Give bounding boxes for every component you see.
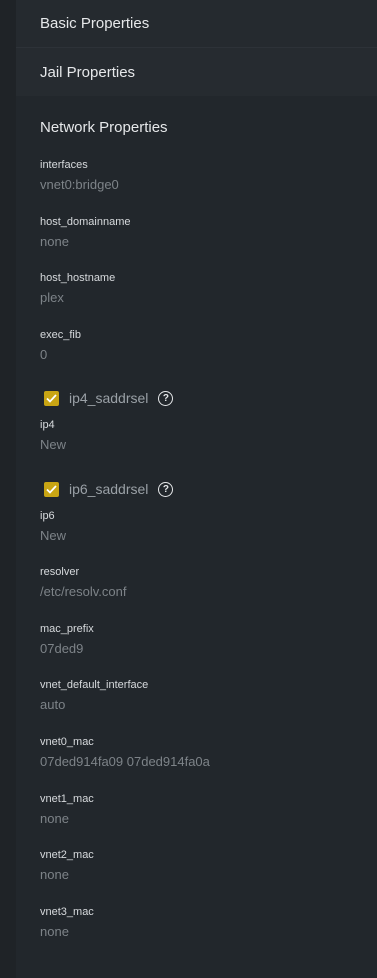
interfaces-label: interfaces: [40, 159, 88, 171]
mac-prefix-label: mac_prefix: [40, 623, 94, 635]
mac-prefix-field[interactable]: mac_prefix 07ded9: [40, 623, 94, 656]
vnet-default-interface-label: vnet_default_interface: [40, 679, 149, 691]
mac-prefix-value[interactable]: 07ded9: [40, 641, 94, 656]
ip4-label: ip4: [40, 419, 55, 431]
vnet3-mac-label: vnet3_mac: [40, 906, 94, 918]
vnet3-mac-field[interactable]: vnet3_mac none: [40, 906, 94, 939]
interfaces-value[interactable]: vnet0:bridge0: [40, 177, 119, 192]
checkmark-icon: [46, 484, 57, 494]
ip6-value[interactable]: New: [40, 528, 66, 543]
ip6-saddrsel-label[interactable]: ip6_saddrsel: [69, 481, 148, 497]
exec-fib-label: exec_fib: [40, 329, 81, 341]
vnet1-mac-label: vnet1_mac: [40, 793, 94, 805]
ip6-saddrsel-checkbox[interactable]: [44, 481, 59, 497]
resolver-value[interactable]: /etc/resolv.conf: [40, 584, 126, 599]
resolver-field[interactable]: resolver /etc/resolv.conf: [40, 566, 126, 599]
ip6-saddrsel-row: ip6_saddrsel ?: [44, 481, 174, 497]
vnet1-mac-field[interactable]: vnet1_mac none: [40, 793, 94, 826]
ip4-saddrsel-row: ip4_saddrsel ?: [44, 390, 174, 406]
vnet1-mac-value[interactable]: none: [40, 811, 94, 826]
help-icon[interactable]: ?: [158, 390, 174, 406]
vnet0-mac-value[interactable]: 07ded914fa09 07ded914fa0a: [40, 754, 210, 769]
ip4-value[interactable]: New: [40, 437, 66, 452]
host-hostname-label: host_hostname: [40, 272, 116, 284]
vnet2-mac-label: vnet2_mac: [40, 849, 94, 861]
ip4-saddrsel-label[interactable]: ip4_saddrsel: [69, 390, 148, 406]
host-domainname-label: host_domainname: [40, 216, 131, 228]
vnet3-mac-value[interactable]: none: [40, 924, 94, 939]
network-properties-title[interactable]: Network Properties: [40, 119, 168, 136]
jail-properties-title: Jail Properties: [40, 63, 136, 81]
host-domainname-value[interactable]: none: [40, 234, 131, 249]
host-domainname-field[interactable]: host_domainname none: [40, 216, 131, 249]
ip6-field[interactable]: ip6 New: [40, 510, 66, 543]
vnet0-mac-field[interactable]: vnet0_mac 07ded914fa09 07ded914fa0a: [40, 736, 210, 769]
jail-properties-header[interactable]: Jail Properties: [16, 48, 377, 96]
help-icon[interactable]: ?: [158, 481, 174, 497]
vnet2-mac-field[interactable]: vnet2_mac none: [40, 849, 94, 882]
basic-properties-title: Basic Properties: [40, 15, 150, 32]
basic-properties-header[interactable]: Basic Properties: [16, 0, 377, 48]
exec-fib-field[interactable]: exec_fib 0: [40, 329, 81, 362]
checkmark-icon: [46, 393, 57, 403]
vnet0-mac-label: vnet0_mac: [40, 736, 94, 748]
ip6-label: ip6: [40, 510, 55, 522]
host-hostname-value[interactable]: plex: [40, 290, 115, 305]
properties-panel: Basic Properties Jail Properties Network…: [16, 0, 377, 978]
vnet-default-interface-field[interactable]: vnet_default_interface auto: [40, 679, 148, 712]
interfaces-field[interactable]: interfaces vnet0:bridge0: [40, 159, 119, 192]
host-hostname-field[interactable]: host_hostname plex: [40, 272, 115, 305]
network-properties-section: Network Properties interfaces vnet0:brid…: [16, 96, 377, 978]
ip4-field[interactable]: ip4 New: [40, 419, 66, 452]
vnet2-mac-value[interactable]: none: [40, 867, 94, 882]
resolver-label: resolver: [40, 566, 80, 578]
vnet-default-interface-value[interactable]: auto: [40, 697, 148, 712]
exec-fib-value[interactable]: 0: [40, 347, 81, 362]
ip4-saddrsel-checkbox[interactable]: [44, 390, 59, 406]
